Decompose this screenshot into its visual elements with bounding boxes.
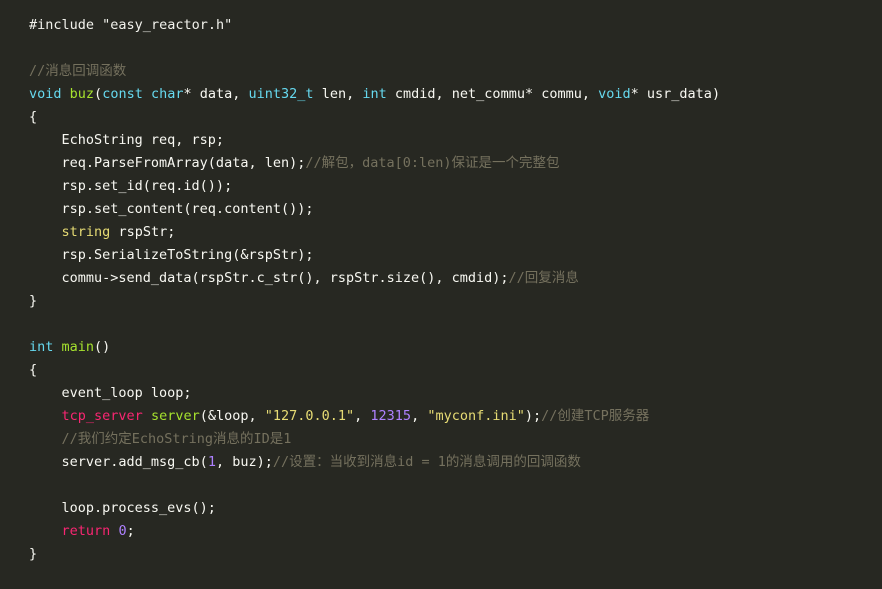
keyword-int: int [362,86,387,102]
code-line: rsp.set_id(req.id()); [29,175,882,198]
param-commu: commu [541,86,582,102]
brace-open-main: { [29,362,38,378]
string-conf-file: "myconf.ini" [427,408,525,424]
stmt-event-loop: event_loop loop; [29,385,192,401]
code-line: //消息回调函数 [29,60,882,83]
semicolon: ; [126,523,135,539]
param-data: data [199,86,233,102]
class-tcp-server: tcp_server [61,408,143,424]
keyword-void-ptr: void [598,86,631,102]
function-buz: buz [69,86,95,102]
var-rspstr: rspStr; [118,224,176,240]
stmt-add-msg-cb-head: server.add_msg_cb( [29,454,208,470]
function-main: main [61,339,95,355]
pointer-star: * [183,86,200,102]
include-header: "easy_reactor.h" [102,17,233,33]
comment-callback-fn: //消息回调函数 [29,63,127,79]
param-len: len [321,86,347,102]
keyword-string: string [61,224,111,240]
param-cmdid: cmdid [394,86,436,102]
number-port: 12315 [370,408,412,424]
code-line: commu->send_data(rspStr.c_str(), rspStr.… [29,267,882,290]
string-ip: "127.0.0.1" [264,408,355,424]
code-line: string rspStr; [29,221,882,244]
code-line: server.add_msg_cb(1, buz);//设置：当收到消息id =… [29,451,882,474]
number-one: 1 [207,454,216,470]
keyword-void: void [29,86,62,102]
code-line: void buz(const char* data, uint32_t len,… [29,86,721,102]
server-args-head: (&loop, [199,408,265,424]
code-line: int main() [29,336,882,359]
stmt-parsefromarray: req.ParseFromArray(data, len); [29,155,306,171]
comment-add-msg-cb: //设置：当收到消息id = 1的消息调用的回调函数 [272,454,581,470]
comment-unpack: //解包，data[0:len)保证是一个完整包 [305,155,560,171]
code-line: event_loop loop; [29,382,882,405]
keyword-char: char [150,86,184,102]
code-line: rsp.set_content(req.content()); [29,198,882,221]
server-args-tail: ); [524,408,542,424]
comment-msg-id: //我们约定EchoString消息的ID是1 [29,431,292,447]
keyword-const: const [102,86,143,102]
code-line: loop.process_evs(); [29,497,882,520]
var-server: server [150,408,200,424]
code-line: return 0; [29,520,882,543]
stmt-set-id: rsp.set_id(req.id()); [29,178,233,194]
stmt-echostring-decl: EchoString req, rsp; [29,132,225,148]
code-line: rsp.SerializeToString(&rspStr); [29,244,882,267]
param-usr-data: usr_data [646,86,712,102]
include-directive: #include [29,17,95,33]
code-line: req.ParseFromArray(data, len);//解包，data[… [29,152,882,175]
code-line: } [29,543,882,566]
brace-close: } [29,293,38,309]
code-line: { [29,359,882,382]
code-line: tcp_server server(&loop, "127.0.0.1", 12… [61,408,650,424]
keyword-return: return [61,523,111,539]
number-zero: 0 [118,523,127,539]
keyword-int-main: int [29,339,54,355]
code-line: } [29,290,882,313]
code-line: { [29,106,882,129]
comment-create-server: //创建TCP服务器 [541,408,650,424]
stmt-send-data: commu->send_data(rspStr.c_str(), rspStr.… [29,270,509,286]
code-line: #include "easy_reactor.h" [29,14,882,37]
stmt-process-evs: loop.process_evs(); [29,500,216,516]
stmt-serialize-to-string: rsp.SerializeToString(&rspStr); [29,247,314,263]
stmt-add-msg-cb-tail: , buz); [215,454,273,470]
code-line: //我们约定EchoString消息的ID是1 [29,428,882,451]
stmt-set-content: rsp.set_content(req.content()); [29,201,314,217]
comment-reply: //回复消息 [508,270,579,286]
paren-empty: () [94,339,111,355]
type-net-commu: net_commu [451,86,525,102]
code-editor-content[interactable]: #include "easy_reactor.h" //消息回调函数 void … [0,0,882,589]
brace-close-main: } [29,546,38,562]
brace-open: { [29,109,38,125]
code-line: EchoString req, rsp; [29,129,882,152]
paren-open: ( [94,86,103,102]
type-uint32-t: uint32_t [248,86,314,102]
